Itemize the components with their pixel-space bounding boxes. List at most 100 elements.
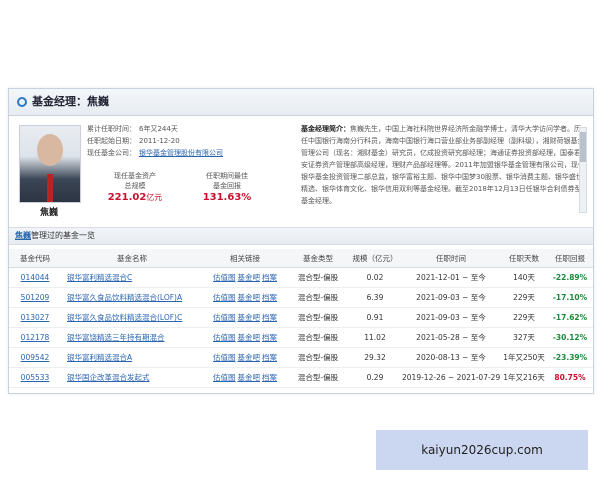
meta-label: 任职起始日期：	[87, 137, 136, 145]
fund-forum-link[interactable]: 基金吧	[238, 273, 261, 282]
fund-name-link[interactable]: 银华富久食品饮料精选混合(LOF)A	[67, 293, 182, 302]
table-row: 180012 银华富裕主题混合 估值图基金吧档案 混合型-偏股173.362018-1…	[9, 387, 593, 394]
fund-archive-link[interactable]: 档案	[262, 333, 277, 342]
fund-forum-link[interactable]: 基金吧	[238, 333, 261, 342]
meta-value: 6年又244天	[139, 125, 178, 133]
tenure-days: 327天	[501, 327, 547, 348]
company-link[interactable]: 银华基金管理股份有限公司	[139, 149, 223, 157]
tenure-days: 1年又250天	[501, 347, 547, 368]
valuation-chart-link[interactable]: 估值图	[213, 353, 236, 362]
fund-forum-link[interactable]: 基金吧	[238, 353, 261, 362]
fund-archive-link[interactable]: 档案	[262, 353, 277, 362]
fund-forum-link[interactable]: 基金吧	[238, 293, 261, 302]
fund-forum-link[interactable]: 基金吧	[238, 373, 261, 382]
bio-text: 焦巍先生，中国上海社科院世界经济所金融学博士，清华大学访问学者。历任中国银行海南…	[301, 125, 585, 205]
watermark-badge: kaiyun2026cup.com	[376, 430, 588, 470]
manager-name: 焦巍	[39, 208, 58, 218]
fund-forum-link[interactable]: 基金吧	[238, 393, 261, 394]
fund-forum-link[interactable]: 基金吧	[238, 313, 261, 322]
tenure-period: 2021-09-03 ~ 至今	[401, 287, 501, 308]
fund-code-link[interactable]: 013027	[21, 313, 50, 322]
tenure-period: 2020-08-13 ~ 至今	[401, 347, 501, 368]
tenure-period: 2018-12-27 ~ 至今	[401, 387, 501, 393]
valuation-chart-link[interactable]: 估值图	[213, 273, 236, 282]
tenure-period: 2021-09-03 ~ 至今	[401, 307, 501, 328]
tenure-return: 131.63%	[547, 387, 593, 393]
fund-archive-link[interactable]: 档案	[262, 293, 277, 302]
fund-archive-link[interactable]: 档案	[262, 273, 277, 282]
fund-code-link[interactable]: 005533	[21, 373, 50, 382]
fund-name-link[interactable]: 银华富裕主题混合	[67, 393, 127, 394]
tenure-return: 80.75%	[547, 367, 593, 388]
tenure-days: 1年又216天	[501, 367, 547, 388]
table-row: 014044 银华富利精选混合C 估值图 基金吧 档案 混合型-偏股 0.02 2021-12…	[9, 267, 593, 288]
valuation-chart-link[interactable]: 估值图	[213, 293, 236, 302]
panel-header: 基金经理：焦巍	[9, 89, 593, 116]
tenure-days: 229天	[501, 307, 547, 328]
fund-scale: 173.36	[349, 387, 401, 393]
fund-scale: 11.02	[349, 327, 401, 348]
column-header: 基金代码	[9, 249, 61, 268]
fund-code-link[interactable]: 012178	[21, 333, 50, 342]
tenure-days: 3年又115天	[501, 387, 547, 393]
tenure-period: 2019-12-26 ~ 2021-07-29	[401, 367, 501, 388]
stat-label: 现任基金资产	[114, 172, 156, 180]
fund-type: 混合型-偏股	[287, 327, 349, 348]
table-row: 013027 银华富久食品饮料精选混合(LOF)C 估值图 基金吧 档案 混合型-偏股 0.…	[9, 307, 593, 328]
tenure-return: -17.62%	[547, 307, 593, 328]
fund-type: 混合型-偏股	[287, 347, 349, 368]
table-header-row: 基金代码 基金名称 相关链接 基金类型 规模（亿元） 任职时间 任职天数 任职回…	[9, 249, 593, 268]
stat-value: 131.63%	[202, 192, 252, 203]
stat-label: 基金回报	[213, 182, 241, 190]
manager-bio: 基金经理简介：焦巍先生，中国上海社科院世界经济所金融学博士，清华大学访问学者。历…	[301, 123, 585, 213]
meta-label: 现任基金公司：	[87, 149, 136, 157]
fund-name-link[interactable]: 银华国企改革混合发起式	[67, 373, 150, 382]
fund-archive-link[interactable]: 档案	[262, 393, 277, 394]
tenure-days: 140天	[501, 267, 547, 288]
fund-name-link[interactable]: 银华富利精选混合A	[67, 353, 132, 362]
tenure-return: -30.12%	[547, 327, 593, 348]
manager-profile: 焦巍 累计任职时间： 6年又244天 任职起始日期： 2011-12-20 现任基金…	[9, 119, 593, 223]
fund-name-link[interactable]: 银华富利精选混合C	[67, 273, 132, 282]
valuation-chart-link[interactable]: 估值图	[213, 333, 236, 342]
table-row: 009542 银华富利精选混合A 估值图 基金吧 档案 混合型-偏股 29.32 2020-0…	[9, 347, 593, 368]
meta-value: 2011-12-20	[139, 137, 180, 145]
bullet-icon	[17, 97, 27, 107]
fund-type: 混合型-偏股	[287, 367, 349, 388]
fund-scale: 0.29	[349, 367, 401, 388]
fund-type: 混合型-偏股	[287, 387, 349, 393]
fund-type: 混合型-偏股	[287, 287, 349, 308]
fund-manager-panel: 基金经理：焦巍 焦巍 累计任职时间： 6年又244天 任职起始日期： 2011-12…	[8, 88, 594, 394]
table-row: 005533 银华国企改革混合发起式 估值图 基金吧 档案 混合型-偏股 0.29 2019-…	[9, 367, 593, 388]
fund-name-link[interactable]: 银华富久食品饮料精选混合(LOF)C	[67, 313, 182, 322]
fund-code-link[interactable]: 180012	[21, 393, 50, 394]
fund-code-link[interactable]: 009542	[21, 353, 50, 362]
manager-photo	[19, 125, 81, 203]
scrollbar-thumb[interactable]	[580, 132, 586, 162]
tenure-period: 2021-05-28 ~ 至今	[401, 327, 501, 348]
manager-meta: 累计任职时间： 6年又244天 任职起始日期： 2011-12-20 现任基金公司：…	[87, 123, 223, 159]
fund-code-link[interactable]: 014044	[21, 273, 50, 282]
manager-name-link[interactable]: 焦巍	[15, 231, 31, 240]
fund-code-link[interactable]: 501209	[21, 293, 50, 302]
fund-archive-link[interactable]: 档案	[262, 373, 277, 382]
fund-name-link[interactable]: 银华富饶精选三年持有期混合	[67, 333, 165, 342]
stat-value: 221.02	[107, 192, 147, 203]
meta-label: 累计任职时间：	[87, 125, 136, 133]
bio-scrollbar[interactable]	[579, 127, 587, 213]
list-title-text: 管理过的基金一览	[31, 231, 95, 240]
stat-label: 任职期间最佳	[206, 172, 248, 180]
tenure-period: 2021-12-01 ~ 至今	[401, 267, 501, 288]
total-assets-stat: 现任基金资产 总规模 221.02亿元	[91, 171, 179, 203]
valuation-chart-link[interactable]: 估值图	[213, 313, 236, 322]
fund-table: 基金代码 基金名称 相关链接 基金类型 规模（亿元） 任职时间 任职天数 任职回…	[9, 249, 593, 394]
fund-archive-link[interactable]: 档案	[262, 313, 277, 322]
tenure-days: 229天	[501, 287, 547, 308]
best-return-stat: 任职期间最佳 基金回报 131.63%	[183, 171, 271, 203]
column-header: 任职时间	[401, 249, 501, 268]
fund-type: 混合型-偏股	[287, 307, 349, 328]
valuation-chart-link[interactable]: 估值图	[213, 373, 236, 382]
tenure-return: -22.89%	[547, 267, 593, 288]
fund-list-title: 焦巍管理过的基金一览	[9, 227, 593, 245]
valuation-chart-link[interactable]: 估值图	[213, 393, 236, 394]
